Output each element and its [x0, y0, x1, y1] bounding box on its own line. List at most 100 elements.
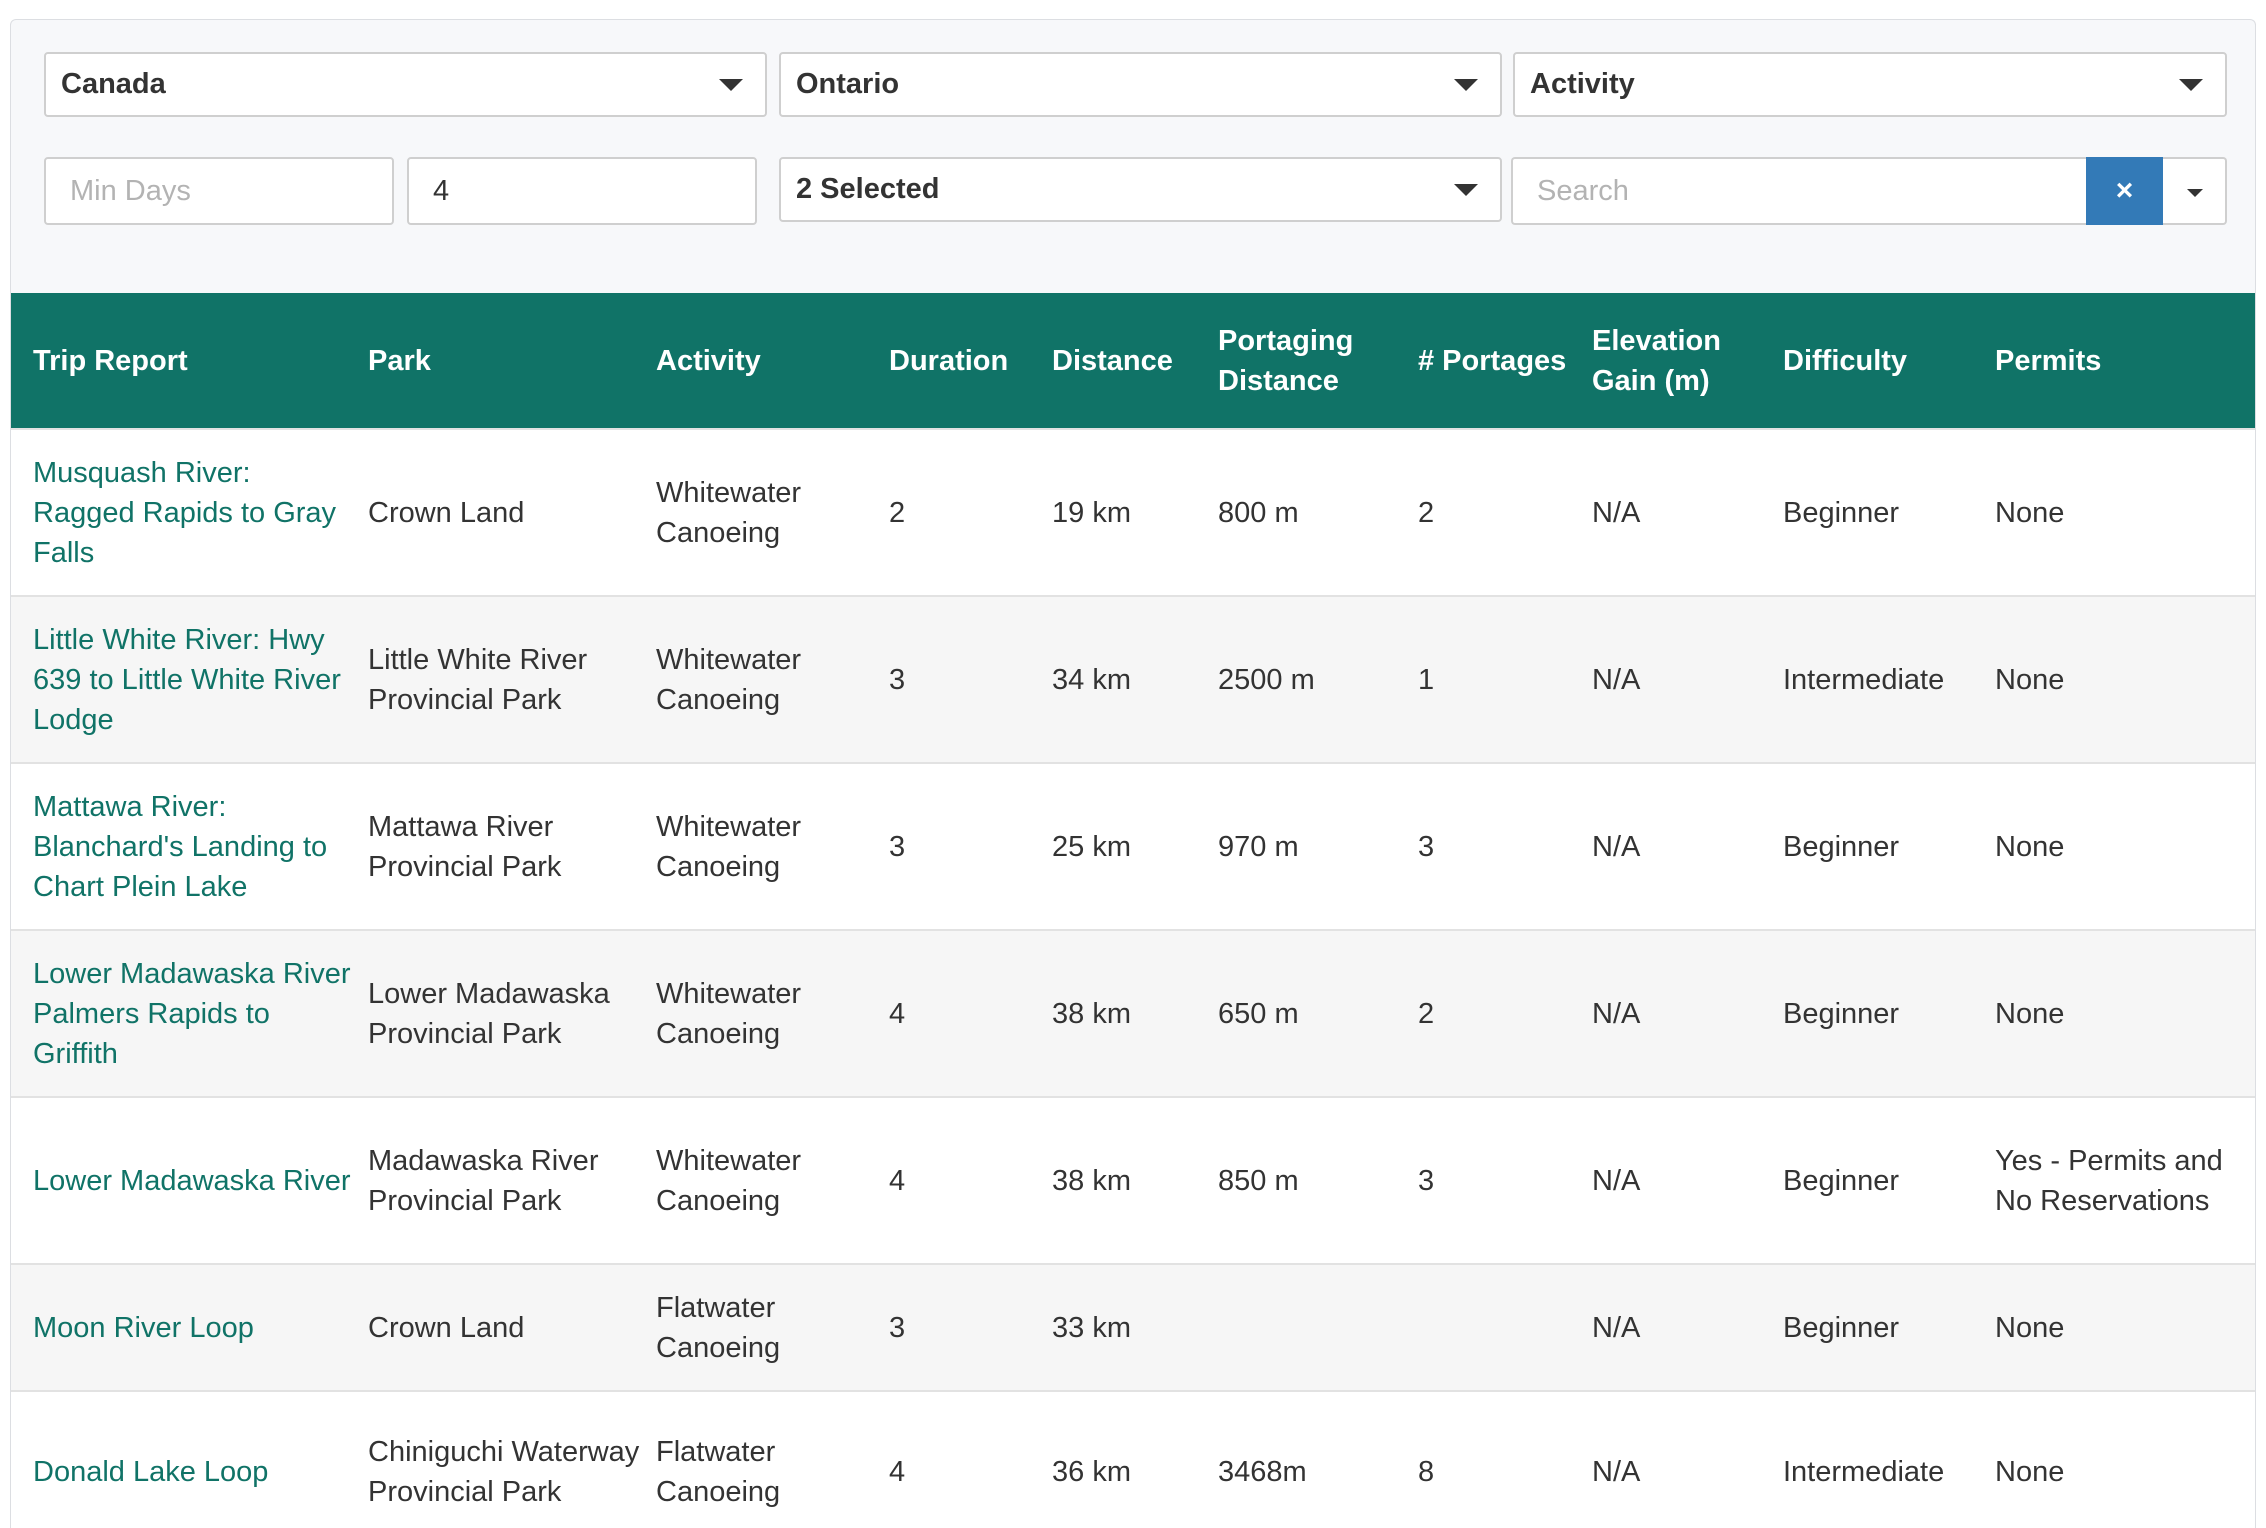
- province-select[interactable]: Ontario: [779, 52, 1502, 117]
- column-header[interactable]: # Portages: [1418, 293, 1592, 429]
- table-cell: Whitewater Canoeing: [656, 929, 889, 1097]
- table-cell: Beginner: [1783, 929, 1995, 1097]
- column-header[interactable]: Duration: [889, 293, 1052, 429]
- table-cell: Madawaska River Provincial Park: [368, 1096, 656, 1264]
- column-header[interactable]: Distance: [1052, 293, 1218, 429]
- table-cell: N/A: [1592, 929, 1783, 1097]
- table-cell: None: [1995, 428, 2255, 596]
- table-cell: None: [1995, 595, 2255, 763]
- table-cell: Flatwater Canoeing: [656, 1263, 889, 1391]
- table-cell: Whitewater Canoeing: [656, 762, 889, 930]
- trip-report-link[interactable]: Moon River Loop: [11, 1263, 368, 1391]
- min-days-input[interactable]: Min Days: [44, 157, 394, 225]
- table-cell: 650 m: [1218, 929, 1418, 1097]
- table-cell: 4: [889, 929, 1052, 1097]
- table-cell: 850 m: [1218, 1096, 1418, 1264]
- activity-select-value: Activity: [1530, 68, 1635, 100]
- table-cell: 2: [889, 428, 1052, 596]
- column-header[interactable]: Difficulty: [1783, 293, 1995, 429]
- table-cell: 800 m: [1218, 428, 1418, 596]
- table-row: Musquash River: Ragged Rapids to Gray Fa…: [11, 428, 2255, 596]
- chevron-down-icon: [1454, 184, 1478, 196]
- table-row: Donald Lake Loop Chiniguchi Waterway Pro…: [11, 1390, 2255, 1528]
- table-cell: Whitewater Canoeing: [656, 428, 889, 596]
- table-cell: 34 km: [1052, 595, 1218, 763]
- table-cell: 3: [889, 595, 1052, 763]
- table-cell: Chiniguchi Waterway Provincial Park: [368, 1390, 656, 1528]
- table-cell: 3468m: [1218, 1390, 1418, 1528]
- trips-table: Trip Report Park Activity Duration Dista…: [11, 293, 2255, 1528]
- table-cell: 25 km: [1052, 762, 1218, 930]
- column-header[interactable]: Elevation Gain (m): [1592, 293, 1783, 429]
- trip-report-link[interactable]: Little White River: Hwy 639 to Little Wh…: [11, 595, 368, 763]
- table-cell: 3: [1418, 1096, 1592, 1264]
- chevron-down-icon: [2179, 79, 2203, 91]
- table-cell: Crown Land: [368, 1263, 656, 1391]
- chevron-down-icon: [2187, 189, 2203, 197]
- search-input[interactable]: Search: [1511, 157, 2086, 225]
- table-cell: Flatwater Canoeing: [656, 1390, 889, 1528]
- trip-report-link[interactable]: Musquash River: Ragged Rapids to Gray Fa…: [11, 428, 368, 596]
- table-cell: 3: [889, 762, 1052, 930]
- table-cell: [1418, 1263, 1592, 1391]
- table-cell: Mattawa River Provincial Park: [368, 762, 656, 930]
- search-placeholder: Search: [1537, 175, 1629, 207]
- table-cell: 1: [1418, 595, 1592, 763]
- column-header[interactable]: Activity: [656, 293, 889, 429]
- table-cell: 4: [889, 1390, 1052, 1528]
- min-days-placeholder: Min Days: [70, 175, 191, 207]
- trip-report-link[interactable]: Lower Madawaska River: [11, 1096, 368, 1264]
- table-row: Little White River: Hwy 639 to Little Wh…: [11, 595, 2255, 763]
- search-dropdown-button[interactable]: [2163, 157, 2227, 225]
- table-cell: 33 km: [1052, 1263, 1218, 1391]
- country-select[interactable]: Canada: [44, 52, 767, 117]
- table-cell: Yes - Permits and No Reservations: [1995, 1096, 2255, 1264]
- clear-search-button[interactable]: ×: [2086, 157, 2163, 225]
- table-cell: 8: [1418, 1390, 1592, 1528]
- table-cell: Beginner: [1783, 1263, 1995, 1391]
- column-header[interactable]: Permits: [1995, 293, 2255, 429]
- column-header[interactable]: Portaging Distance: [1218, 293, 1418, 429]
- column-header[interactable]: Trip Report: [11, 293, 368, 429]
- multi-select[interactable]: 2 Selected: [779, 157, 1502, 222]
- table-cell: Intermediate: [1783, 595, 1995, 763]
- table-cell: N/A: [1592, 428, 1783, 596]
- max-days-value: 4: [433, 175, 450, 207]
- table-cell: 38 km: [1052, 929, 1218, 1097]
- table-cell: 3: [889, 1263, 1052, 1391]
- table-cell: N/A: [1592, 1263, 1783, 1391]
- table-cell: 3: [1418, 762, 1592, 930]
- max-days-input[interactable]: 4: [407, 157, 757, 225]
- table-cell: 36 km: [1052, 1390, 1218, 1528]
- table-cell: 38 km: [1052, 1096, 1218, 1264]
- table-row: Mattawa River: Blanchard's Landing to Ch…: [11, 762, 2255, 930]
- table-cell: Whitewater Canoeing: [656, 595, 889, 763]
- table-cell: N/A: [1592, 595, 1783, 763]
- country-select-value: Canada: [61, 68, 166, 100]
- table-cell: None: [1995, 929, 2255, 1097]
- table-cell: N/A: [1592, 1096, 1783, 1264]
- trip-report-link[interactable]: Donald Lake Loop: [11, 1390, 368, 1528]
- table-cell: 2: [1418, 428, 1592, 596]
- table-cell: N/A: [1592, 762, 1783, 930]
- table-cell: N/A: [1592, 1390, 1783, 1528]
- table-cell: [1218, 1263, 1418, 1391]
- trip-finder-panel: Canada Ontario Activity Min Days 4 2 Sel…: [10, 19, 2256, 1528]
- table-cell: 970 m: [1218, 762, 1418, 930]
- trip-report-link[interactable]: Lower Madawaska River Palmers Rapids to …: [11, 929, 368, 1097]
- trip-report-link[interactable]: Mattawa River: Blanchard's Landing to Ch…: [11, 762, 368, 930]
- table-cell: Lower Madawaska Provincial Park: [368, 929, 656, 1097]
- multi-select-value: 2 Selected: [796, 173, 940, 205]
- table-cell: Beginner: [1783, 428, 1995, 596]
- table-cell: None: [1995, 1390, 2255, 1528]
- close-icon: ×: [2115, 174, 2134, 207]
- table-cell: 4: [889, 1096, 1052, 1264]
- table-cell: None: [1995, 1263, 2255, 1391]
- table-cell: Crown Land: [368, 428, 656, 596]
- table-cell: Whitewater Canoeing: [656, 1096, 889, 1264]
- chevron-down-icon: [1454, 79, 1478, 91]
- table-header-row: Trip Report Park Activity Duration Dista…: [11, 293, 2255, 429]
- column-header[interactable]: Park: [368, 293, 656, 429]
- activity-select[interactable]: Activity: [1513, 52, 2227, 117]
- table-cell: Intermediate: [1783, 1390, 1995, 1528]
